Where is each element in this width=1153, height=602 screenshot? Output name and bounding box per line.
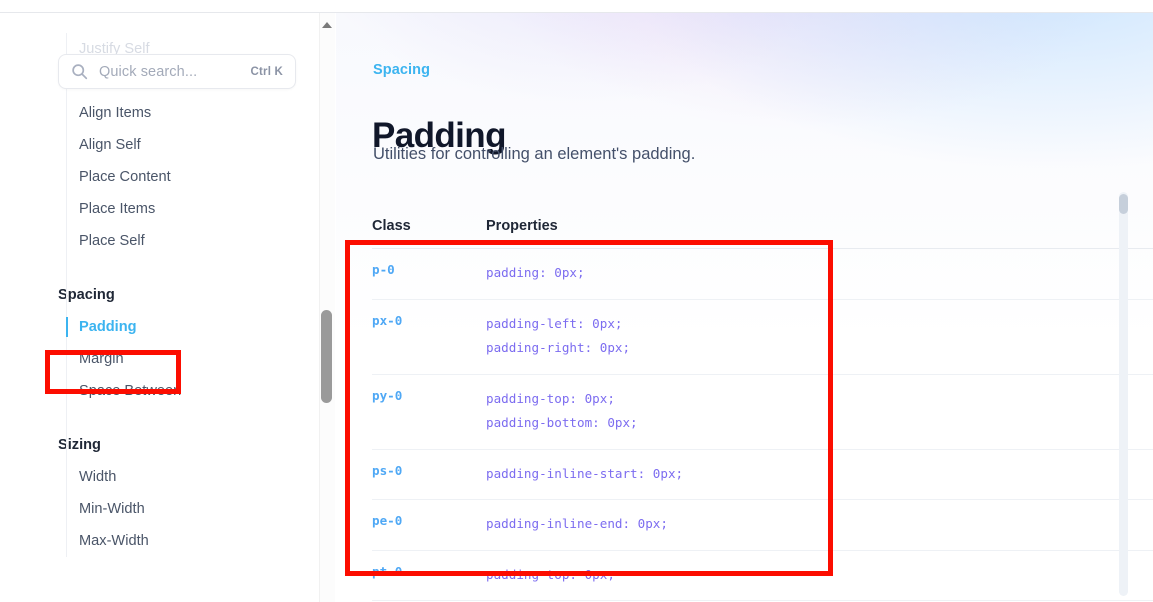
browser-top-strip: [0, 0, 1153, 13]
property-line: padding-left: 0px;: [486, 315, 623, 331]
article: Spacing Padding Utilities for controllin…: [336, 13, 1153, 602]
table-cell-properties: padding-left: 0px; padding-right: 0px;: [486, 312, 1153, 361]
table-cell-properties: padding-inline-end: 0px;: [486, 512, 1153, 537]
table-cell-properties: padding-inline-start: 0px;: [486, 462, 1153, 487]
table-cell-class: px-0: [372, 312, 403, 328]
sidebar-item-place-items[interactable]: Place Items: [0, 193, 318, 225]
search-placeholder-text: Quick search...: [99, 63, 198, 80]
table-row: pt-0 padding-top: 0px;: [372, 551, 1153, 601]
table-cell-class: p-0: [372, 262, 395, 277]
sidebar-item-align-self[interactable]: Align Self: [0, 129, 318, 161]
sidebar-item-padding[interactable]: Padding: [0, 311, 318, 343]
property-line: padding: 0px;: [486, 265, 585, 280]
table-header-row: Class Properties: [372, 218, 1153, 249]
sidebar-group-title-sizing: Sizing: [58, 437, 101, 453]
search-input[interactable]: Quick search... Ctrl K: [58, 54, 296, 89]
sidebar-item-label: Margin: [79, 351, 124, 367]
table-row: pe-0 padding-inline-end: 0px;: [372, 500, 1153, 551]
properties-table: Class Properties p-0 padding: 0px; px-0 pad…: [372, 218, 1153, 602]
sidebar-item-label: Min-Width: [79, 501, 145, 517]
sidebar-nav-list-spacing: Padding Margin Space Between: [0, 311, 318, 407]
sidebar-item-label: Place Self: [79, 233, 145, 249]
property-line: padding-top: 0px;: [486, 566, 615, 582]
sidebar-item-label: Padding: [79, 319, 137, 335]
table-header-class: Class: [372, 218, 411, 234]
breadcrumb[interactable]: Spacing: [373, 62, 430, 78]
sidebar-nav-list-sizing: Width Min-Width Max-Width: [0, 461, 318, 557]
sidebar-scrollbar-track[interactable]: [319, 13, 335, 602]
nav-spacer-1: [0, 257, 318, 279]
sidebar-item-label: Place Items: [79, 201, 156, 217]
table-cell-properties: padding: 0px;: [486, 261, 1153, 286]
sidebar-item-align-items[interactable]: Align Items: [0, 97, 318, 129]
sidebar-scrollbar-thumb[interactable]: [321, 310, 332, 403]
sidebar-item-max-width[interactable]: Max-Width: [0, 525, 318, 557]
main-scrollbar-thumb[interactable]: [1119, 194, 1128, 214]
table-body: p-0 padding: 0px; px-0 padding-left: 0px; pa…: [372, 249, 1153, 602]
table-cell-class: py-0: [372, 387, 403, 403]
property-line: padding-bottom: 0px;: [486, 415, 638, 430]
search-icon: [71, 63, 88, 80]
sidebar-item-place-content[interactable]: Place Content: [0, 161, 318, 193]
sidebar-item-min-width[interactable]: Min-Width: [0, 493, 318, 525]
page-description: Utilities for controlling an element's p…: [373, 145, 696, 163]
sidebar-item-label: Align Self: [79, 137, 141, 153]
table-row: p-0 padding: 0px;: [372, 249, 1153, 300]
sidebar-item-label: Max-Width: [79, 533, 149, 549]
sidebar-item-space-between[interactable]: Space Between: [0, 375, 318, 407]
property-line: padding-inline-start: 0px;: [486, 465, 684, 481]
table-row: ps-0 padding-inline-start: 0px;: [372, 450, 1153, 500]
sidebar-item-label: Width: [79, 469, 117, 485]
table-cell-properties: padding-top: 0px;: [486, 563, 1153, 588]
scroll-up-arrow-icon[interactable]: [319, 16, 335, 34]
table-row: px-0 padding-left: 0px; padding-right: 0px…: [372, 300, 1153, 375]
main-content: Spacing Padding Utilities for controllin…: [336, 13, 1153, 602]
sidebar-item-place-self[interactable]: Place Self: [0, 225, 318, 257]
sidebar-item-label: Align Items: [79, 105, 152, 121]
page-root: Justify SelfAlign ContentAlign ItemsAlig…: [0, 0, 1153, 602]
sidebar-item-width[interactable]: Width: [0, 461, 318, 493]
table-row: py-0 padding-top: 0px; padding-bottom: 0px…: [372, 375, 1153, 450]
sidebar-group-title-spacing: Spacing: [58, 287, 115, 303]
nav-spacer-2: [0, 407, 318, 429]
table-cell-class: pe-0: [372, 513, 403, 528]
table-cell-class: ps-0: [372, 462, 403, 478]
search-shortcut-hint: Ctrl K: [250, 65, 283, 78]
sidebar-item-label: Place Content: [79, 169, 171, 185]
main-scrollbar-track[interactable]: [1119, 192, 1128, 596]
active-indicator-bar: [66, 317, 68, 337]
property-line: padding-inline-end: 0px;: [486, 516, 668, 531]
sidebar-item-label: Space Between: [79, 383, 182, 399]
property-line: padding-right: 0px;: [486, 340, 631, 355]
property-line: padding-top: 0px;: [486, 390, 615, 406]
sidebar: Justify SelfAlign ContentAlign ItemsAlig…: [0, 13, 318, 602]
sidebar-nav: Justify SelfAlign ContentAlign ItemsAlig…: [0, 33, 318, 557]
table-cell-class: pt-0: [372, 563, 403, 579]
table-cell-properties: padding-top: 0px; padding-bottom: 0px;: [486, 387, 1153, 436]
sidebar-item-margin[interactable]: Margin: [0, 343, 318, 375]
table-header-properties: Properties: [486, 218, 558, 234]
